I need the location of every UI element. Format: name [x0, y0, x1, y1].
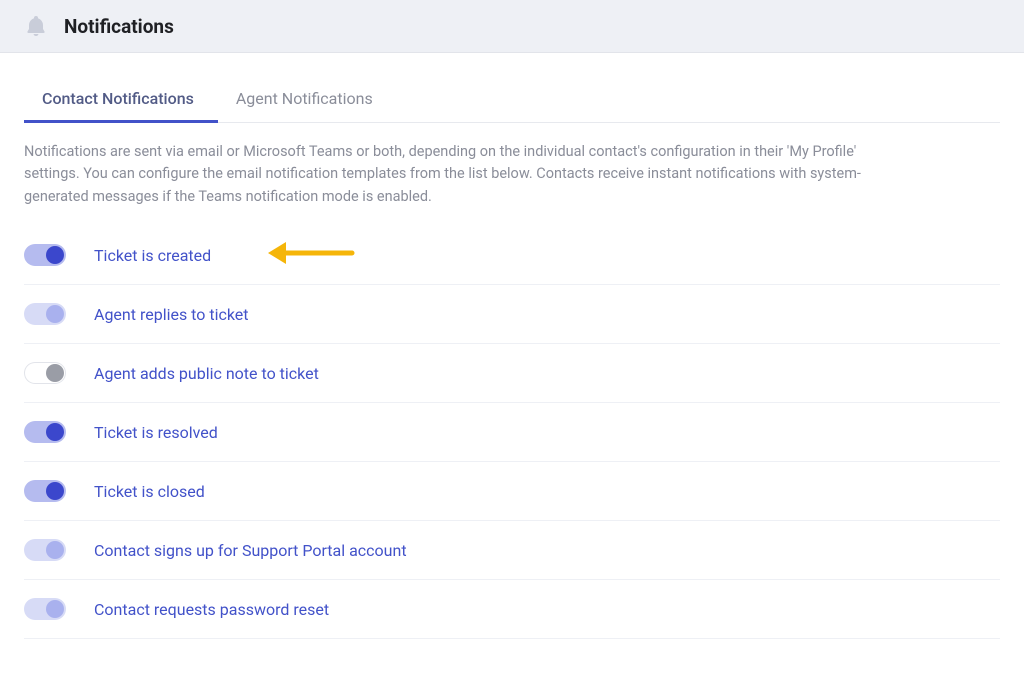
notification-toggle[interactable]	[24, 421, 66, 443]
tab-description: Notifications are sent via email or Micr…	[24, 141, 874, 208]
toggle-knob	[46, 246, 64, 264]
notification-toggle[interactable]	[24, 598, 66, 620]
bell-icon	[24, 14, 48, 38]
notification-label[interactable]: Agent adds public note to ticket	[94, 364, 319, 383]
notification-label[interactable]: Ticket is resolved	[94, 423, 218, 442]
notification-row: Contact signs up for Support Portal acco…	[24, 521, 1000, 580]
toggle-knob	[46, 600, 64, 618]
notification-row: Contact requests password reset	[24, 580, 1000, 639]
toggle-knob	[46, 364, 64, 382]
notification-toggle[interactable]	[24, 539, 66, 561]
notification-list: Ticket is created Agent replies to ticket…	[24, 244, 1000, 639]
notification-toggle[interactable]	[24, 244, 66, 266]
tabs: Contact Notifications Agent Notifications	[24, 75, 1000, 123]
toggle-knob	[46, 482, 64, 500]
page-title: Notifications	[64, 15, 174, 38]
notification-row: Agent replies to ticket	[24, 285, 1000, 344]
notification-toggle[interactable]	[24, 480, 66, 502]
notification-label[interactable]: Agent replies to ticket	[94, 305, 249, 324]
notification-row: Ticket is resolved	[24, 403, 1000, 462]
tab-label: Contact Notifications	[42, 89, 194, 108]
notification-row: Ticket is closed	[24, 462, 1000, 521]
content-scrollarea[interactable]: Contact Notifications Agent Notifications…	[0, 53, 1024, 689]
toggle-knob	[46, 541, 64, 559]
tab-agent-notifications[interactable]: Agent Notifications	[218, 75, 397, 122]
toggle-knob	[46, 305, 64, 323]
notification-label[interactable]: Ticket is created	[94, 246, 211, 265]
notification-label[interactable]: Contact requests password reset	[94, 600, 329, 619]
toggle-knob	[46, 423, 64, 441]
notification-label[interactable]: Contact signs up for Support Portal acco…	[94, 541, 407, 560]
page-header: Notifications	[0, 0, 1024, 53]
tab-label: Agent Notifications	[236, 89, 373, 108]
notification-row: Agent adds public note to ticket	[24, 344, 1000, 403]
notification-row: Ticket is created	[24, 244, 1000, 285]
arrow-annotation-icon	[264, 238, 356, 268]
notification-toggle[interactable]	[24, 303, 66, 325]
tab-contact-notifications[interactable]: Contact Notifications	[24, 75, 218, 122]
notification-label[interactable]: Ticket is closed	[94, 482, 205, 501]
notification-toggle[interactable]	[24, 362, 66, 384]
